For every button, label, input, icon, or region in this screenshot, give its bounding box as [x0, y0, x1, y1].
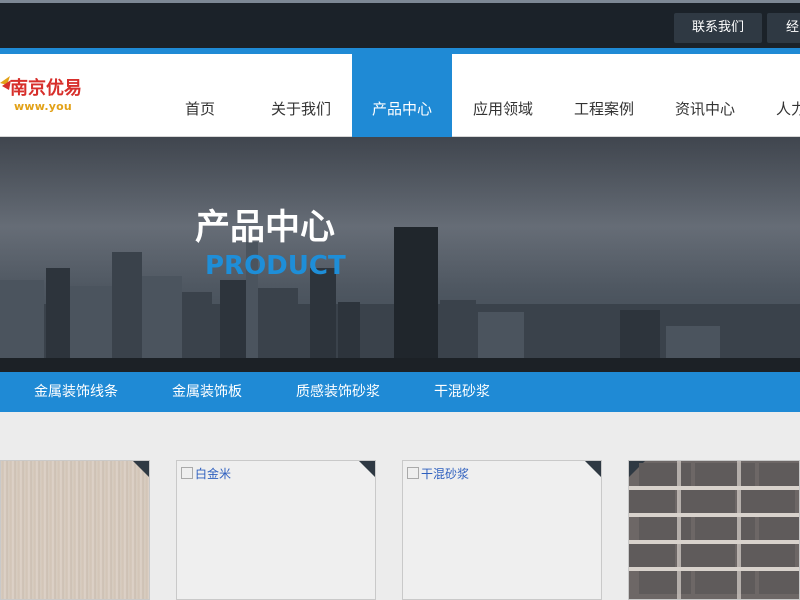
product-card[interactable]: 干混砂浆: [402, 460, 602, 600]
nav-item-products[interactable]: 产品中心: [352, 54, 452, 137]
nav-item-cases[interactable]: 工程案例: [561, 54, 647, 137]
nav-item-about[interactable]: 关于我们: [258, 54, 344, 137]
top-bar: 联系我们 经: [0, 0, 800, 48]
category-dry-mortar[interactable]: 干混砂浆: [434, 372, 490, 412]
nav-item-hr[interactable]: 人力: [768, 54, 800, 137]
broken-image-alt: 白金米: [181, 465, 231, 482]
main-nav: 南京优易 www.you 首页 关于我们 产品中心 应用领域 工程案例 资讯中心…: [0, 54, 800, 137]
category-texture-mortar[interactable]: 质感装饰砂浆: [296, 372, 380, 412]
category-nav: 金属装饰线条 金属装饰板 质感装饰砂浆 干混砂浆: [0, 372, 800, 412]
card-corner-icon: [133, 461, 149, 477]
category-metal-panel[interactable]: 金属装饰板: [172, 372, 242, 412]
product-image-alt: 干混砂浆: [421, 467, 470, 481]
nav-item-home[interactable]: 首页: [165, 54, 235, 137]
product-card-wood[interactable]: [0, 460, 150, 600]
partial-top-button[interactable]: 经: [767, 13, 800, 43]
banner-subtitle: PRODUCT: [205, 251, 346, 281]
broken-image-icon: [181, 467, 193, 479]
banner-title: 产品中心: [195, 208, 336, 248]
banner: 产品中心 PRODUCT: [0, 137, 800, 372]
broken-image-icon: [407, 467, 419, 479]
card-corner-icon: [585, 461, 601, 477]
broken-image-alt: 干混砂浆: [407, 465, 469, 482]
contact-us-button[interactable]: 联系我们: [674, 13, 762, 43]
logo-url: www.you: [14, 100, 72, 113]
product-card-brick[interactable]: [628, 460, 800, 600]
logo-title: 南京优易: [10, 78, 82, 99]
nav-item-news[interactable]: 资讯中心: [662, 54, 748, 137]
logo[interactable]: 南京优易 www.you: [0, 54, 90, 137]
product-card[interactable]: 白金米: [176, 460, 376, 600]
card-corner-icon: [359, 461, 375, 477]
nav-item-applications[interactable]: 应用领域: [460, 54, 546, 137]
product-image-alt: 白金米: [195, 467, 232, 481]
category-metal-trim[interactable]: 金属装饰线条: [34, 372, 118, 412]
